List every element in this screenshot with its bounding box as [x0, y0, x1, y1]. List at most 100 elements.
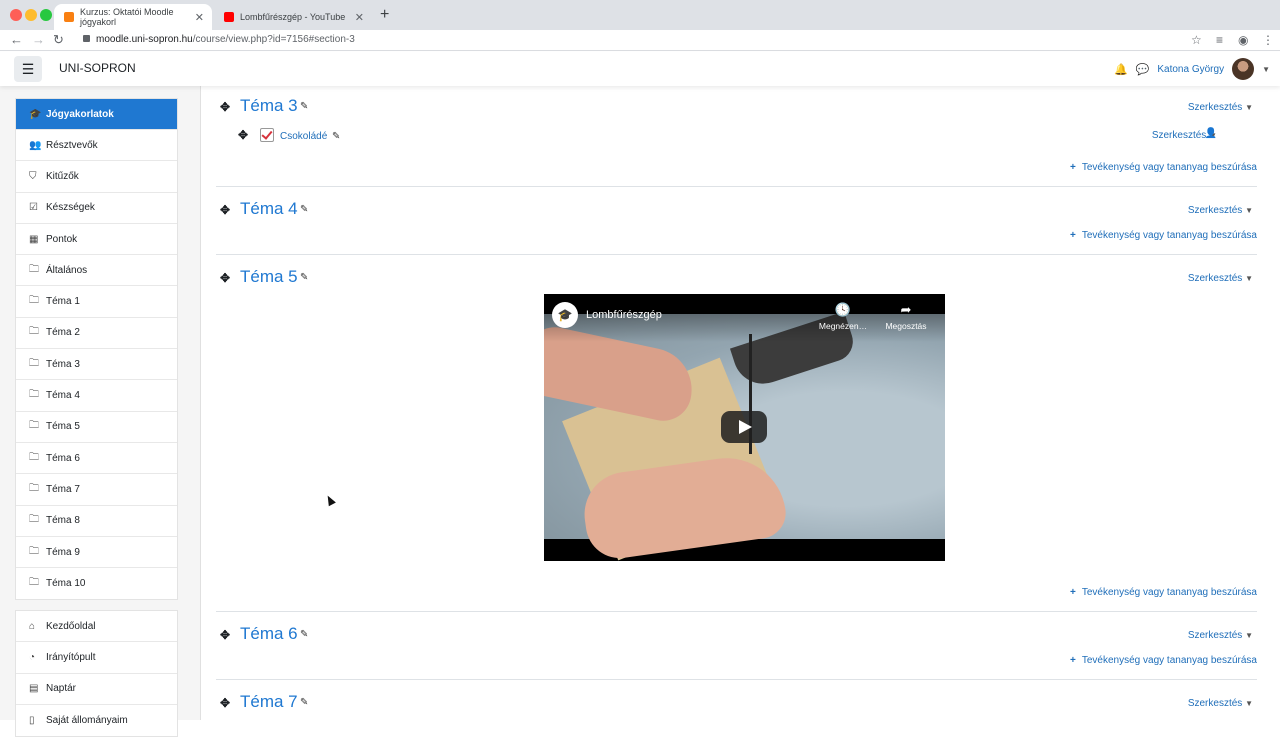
- new-tab-button[interactable]: +: [380, 6, 389, 24]
- user-name[interactable]: Katona György: [1157, 64, 1224, 75]
- sidebar-item-kezdőoldal[interactable]: ⌂ Kezdőoldal: [16, 611, 177, 643]
- plus-icon: +: [1070, 162, 1076, 173]
- reload-icon[interactable]: ↻: [53, 32, 64, 48]
- edit-pencil-icon[interactable]: ✎: [300, 697, 308, 708]
- edit-pencil-icon[interactable]: ✎: [300, 204, 308, 215]
- folder-icon: 🗀: [29, 577, 39, 589]
- back-arrow-icon[interactable]: ←: [10, 32, 23, 47]
- media-queue-icon[interactable]: ≡: [1216, 33, 1223, 47]
- user-icon[interactable]: 👤: [1205, 128, 1217, 139]
- site-brand[interactable]: UNI-SOPRON: [59, 61, 136, 75]
- forward-arrow-icon[interactable]: →: [32, 32, 45, 47]
- sidebar-item-label: Saját állományaim: [46, 715, 128, 727]
- sidebar-item-téma-10[interactable]: 🗀 Téma 10: [16, 568, 177, 599]
- folder-icon: 🗀: [29, 420, 39, 432]
- add-activity-link[interactable]: + Tevékenység vagy tananyag beszúrása: [1070, 162, 1257, 173]
- move-icon[interactable]: ✥: [238, 128, 248, 142]
- video-title[interactable]: Lombfűrészgép: [586, 309, 662, 321]
- add-activity-label: Tevékenység vagy tananyag beszúrása: [1081, 655, 1257, 666]
- section-edit-menu[interactable]: Szerkesztés ▼: [1188, 273, 1253, 284]
- calendar-icon: ▤: [29, 683, 39, 695]
- sidebar-item-téma-6[interactable]: 🗀 Téma 6: [16, 443, 177, 475]
- section-title[interactable]: Téma 4: [240, 199, 298, 219]
- sidebar-item-label: Készségek: [46, 202, 95, 214]
- sidebar-item-saját-állományaim[interactable]: ▯ Saját állományaim: [16, 705, 177, 736]
- shield-icon: ⛉: [29, 170, 37, 182]
- sidebar-item-kitűzők[interactable]: ⛉ Kitűzők: [16, 161, 177, 193]
- section-tema-6: ✥ Téma 6 ✎ Szerkesztés ▼ + Tevékenység va…: [216, 612, 1257, 680]
- sidebar-item-label: Téma 6: [46, 452, 80, 464]
- sidebar-item-naptár[interactable]: ▤ Naptár: [16, 674, 177, 705]
- sidebar-item-label: Téma 4: [46, 390, 80, 402]
- youtube-video-embed[interactable]: 🎓 Lombfűrészgép 🕓 Megnézen… ➦ Megosztás: [544, 294, 945, 561]
- share-arrow-icon: ➦: [900, 302, 912, 317]
- close-tab-icon[interactable]: ✕: [195, 11, 204, 24]
- edit-pencil-icon[interactable]: ✎: [300, 272, 308, 283]
- section-tema-3: ✥ Téma 3 ✎ Szerkesztés ▼ ✥ Csokoládé ✎ S…: [216, 86, 1257, 187]
- sidebar-item-téma-4[interactable]: 🗀 Téma 4: [16, 380, 177, 412]
- bookmark-star-icon[interactable]: ☆: [1191, 33, 1202, 47]
- sidebar-item-jógyakorlatok[interactable]: 🎓 Jógyakorlatok: [16, 99, 177, 130]
- edit-pencil-icon[interactable]: ✎: [332, 131, 340, 142]
- move-icon[interactable]: ✥: [220, 271, 230, 285]
- sidebar-item-téma-3[interactable]: 🗀 Téma 3: [16, 349, 177, 381]
- add-activity-link[interactable]: + Tevékenység vagy tananyag beszúrása: [1070, 230, 1257, 241]
- sidebar-item-label: Téma 3: [46, 358, 80, 370]
- section-title[interactable]: Téma 6: [240, 624, 298, 644]
- add-activity-link[interactable]: + Tevékenység vagy tananyag beszúrása: [1070, 587, 1257, 598]
- url-path: /course/view.php?id=7156#section-3: [192, 34, 355, 45]
- sidebar-item-téma-2[interactable]: 🗀 Téma 2: [16, 318, 177, 350]
- add-activity-link[interactable]: + Tevékenység vagy tananyag beszúrása: [1070, 655, 1257, 666]
- window-zoom-button[interactable]: [40, 9, 52, 21]
- move-icon[interactable]: ✥: [220, 203, 230, 217]
- section-edit-menu[interactable]: Szerkesztés ▼: [1188, 630, 1253, 641]
- sidebar-item-téma-7[interactable]: 🗀 Téma 7: [16, 474, 177, 506]
- sidebar-item-pontok[interactable]: ▦ Pontok: [16, 224, 177, 256]
- browser-tab-youtube[interactable]: Lombfűrészgép - YouTube ✕: [214, 4, 372, 30]
- sidebar-item-téma-1[interactable]: 🗀 Téma 1: [16, 286, 177, 318]
- share-button[interactable]: ➦ Megosztás: [876, 302, 936, 331]
- messages-chat-icon[interactable]: 💬: [1136, 63, 1150, 76]
- browser-menu-icon[interactable]: ⋮: [1262, 33, 1274, 47]
- sidebar-item-téma-5[interactable]: 🗀 Téma 5: [16, 412, 177, 443]
- section-edit-menu[interactable]: Szerkesztés ▼: [1188, 205, 1253, 216]
- close-tab-icon[interactable]: ✕: [355, 11, 364, 24]
- section-edit-menu[interactable]: Szerkesztés ▼: [1188, 102, 1253, 113]
- site-navbar: ☰ UNI-SOPRON 🔔 💬 Katona György ▼: [0, 52, 1280, 86]
- section-edit-menu[interactable]: Szerkesztés ▼: [1188, 698, 1253, 709]
- move-icon[interactable]: ✥: [220, 100, 230, 114]
- activity-link[interactable]: Csokoládé: [280, 131, 327, 142]
- sidebar-item-téma-9[interactable]: 🗀 Téma 9: [16, 537, 177, 569]
- clock-icon: 🕓: [834, 302, 852, 317]
- move-icon[interactable]: ✥: [220, 696, 230, 710]
- edit-pencil-icon[interactable]: ✎: [300, 101, 308, 112]
- section-title[interactable]: Téma 5: [240, 267, 298, 287]
- section-title[interactable]: Téma 3: [240, 96, 298, 116]
- sidebar-item-készségek[interactable]: ☑ Készségek: [16, 193, 177, 224]
- move-icon[interactable]: ✥: [220, 628, 230, 642]
- section-title[interactable]: Téma 7: [240, 692, 298, 712]
- add-activity-label: Tevékenység vagy tananyag beszúrása: [1081, 162, 1257, 173]
- course-nav-list: 🎓 Jógyakorlatok 👥 Résztvevők ⛉ Kitűzők ☑ Készsé…: [15, 98, 178, 601]
- sidebar-item-label: Téma 1: [46, 296, 80, 308]
- edit-pencil-icon[interactable]: ✎: [300, 629, 308, 640]
- browser-tab-moodle[interactable]: Kurzus: Oktatói Moodle jógyakorl ✕: [54, 4, 212, 30]
- profile-icon[interactable]: ◉: [1238, 33, 1248, 47]
- window-close-button[interactable]: [10, 9, 22, 21]
- watch-later-button[interactable]: 🕓 Megnézen…: [813, 302, 873, 331]
- table-icon: ▦: [29, 233, 39, 245]
- sidebar-item-irányítópult[interactable]: ◔ Irányítópult: [16, 642, 177, 674]
- play-button[interactable]: [721, 411, 767, 443]
- notifications-bell-icon[interactable]: 🔔: [1114, 63, 1128, 76]
- channel-logo-icon[interactable]: 🎓: [552, 302, 578, 328]
- user-menu[interactable]: 🔔 💬 Katona György ▼: [1114, 56, 1270, 82]
- sidebar-item-általános[interactable]: 🗀 Általános: [16, 255, 177, 287]
- drawer-toggle-button[interactable]: ☰: [14, 56, 42, 82]
- chevron-down-icon[interactable]: ▼: [1262, 65, 1270, 74]
- sidebar-item-téma-8[interactable]: 🗀 Téma 8: [16, 506, 177, 537]
- url-field[interactable]: moodle.uni-sopron.hu/course/view.php?id=…: [96, 34, 355, 45]
- avatar[interactable]: [1232, 58, 1255, 80]
- sidebar-item-résztvevők[interactable]: 👥 Résztvevők: [16, 130, 177, 162]
- moodle-favicon-icon: [64, 12, 74, 22]
- window-minimize-button[interactable]: [25, 9, 37, 21]
